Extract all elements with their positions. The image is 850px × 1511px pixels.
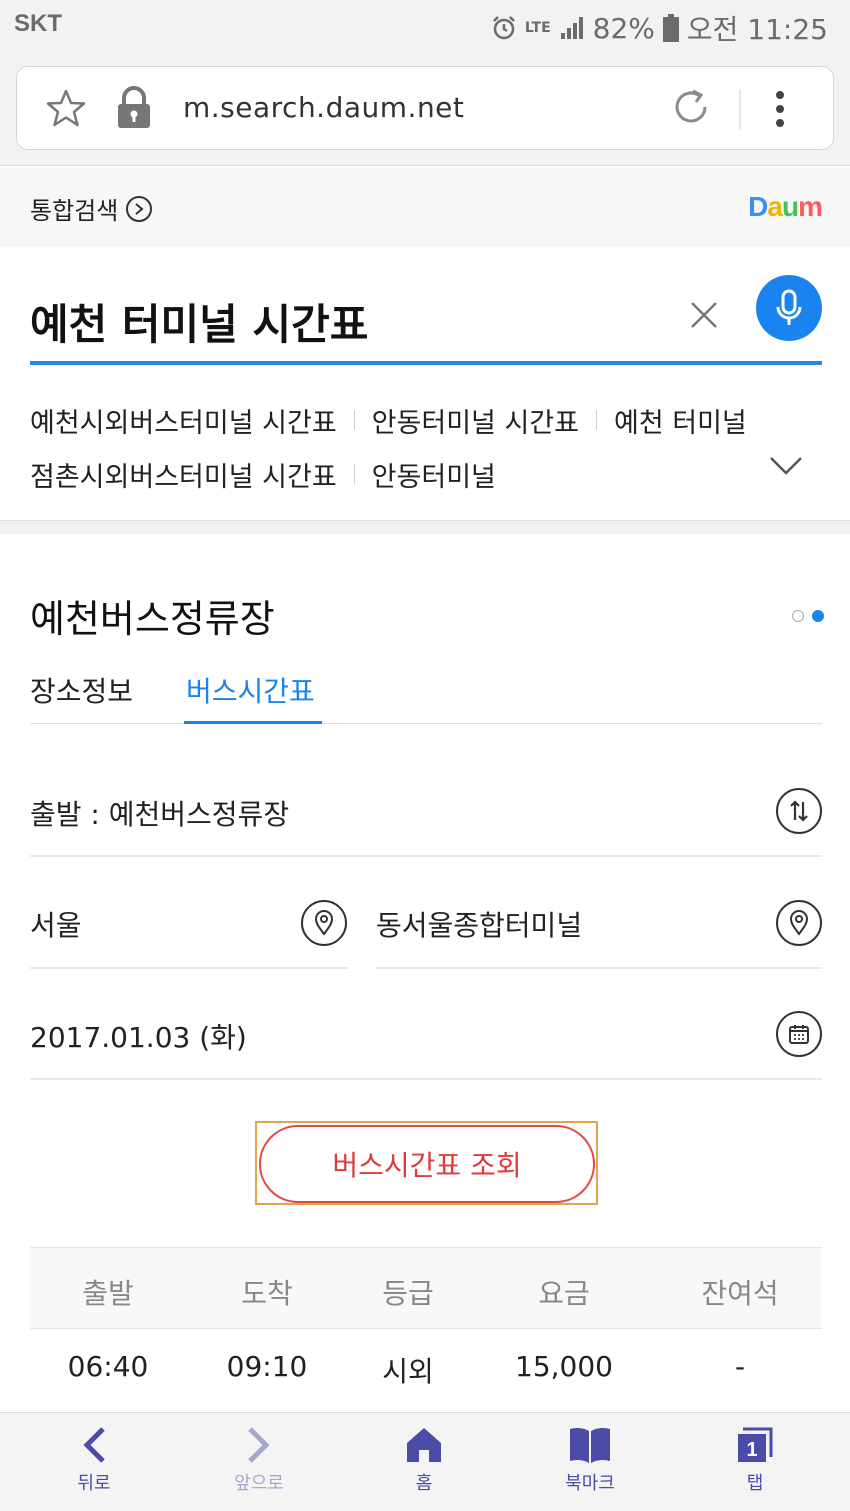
divider [376,967,822,969]
divider [595,410,597,430]
location-pin-icon [314,910,334,936]
carrier-label: SKT [14,10,62,37]
integrated-search-label: 통합검색 [30,197,119,225]
tabs-label: 탭 [746,1473,764,1494]
back-button[interactable]: 뒤로 [34,1425,154,1495]
suggestion-link[interactable]: 안동터미널 시간표 [372,401,579,440]
cell-fare: 15,000 [515,1350,613,1383]
chevron-right-icon [126,195,153,222]
status-bar: SKT LTE 82% 오전 11:25 [0,0,850,52]
column-header-grade: 등급 [382,1277,434,1310]
back-arrow-icon [83,1427,105,1463]
integrated-search-link[interactable]: 통합검색 [30,191,153,226]
column-header-seats: 잔여석 [701,1277,779,1310]
suggestion-link[interactable]: 안동터미널 [372,455,496,494]
signal-icon [560,17,583,39]
tabs-button[interactable]: 1 탭 [695,1425,815,1495]
bookmarks-button[interactable]: 북마크 [530,1425,650,1495]
to-terminal-field[interactable]: 동서울종합터미널 [376,904,582,944]
divider [739,89,741,129]
from-location-button[interactable] [301,900,347,946]
card-pager [792,610,824,622]
swap-button[interactable] [776,788,822,834]
more-menu-icon[interactable] [773,89,787,129]
pager-dot[interactable] [792,610,804,622]
calendar-icon [789,1025,809,1044]
forward-button[interactable]: 앞으로 [199,1425,319,1495]
home-button[interactable]: 홈 [364,1425,484,1495]
search-box: 예천 터미널 시간표 예천시외버스터미널 시간표 안동터미널 시간표 예천 터미… [0,247,850,522]
clear-icon[interactable] [684,295,724,335]
suggestion-row: 점촌시외버스터미널 시간표 안동터미널 [30,447,822,501]
location-pin-icon [789,910,809,936]
bookmark-star-icon[interactable] [45,87,87,129]
column-header-fare: 요금 [538,1277,590,1310]
bus-timetable-query-button[interactable]: 버스시간표 조회 [259,1125,595,1203]
search-header: 통합검색 Daum [0,167,850,247]
forward-arrow-icon [248,1427,270,1463]
url-text[interactable]: m.search.daum.net [183,91,464,124]
divider [30,855,822,857]
tab-bus-timetable[interactable]: 버스시간표 [186,670,315,710]
cell-departure: 06:40 [67,1350,149,1383]
suggestion-link[interactable]: 점촌시외버스터미널 시간표 [30,455,337,494]
departure-label: 출발 : 예천버스정류장 [30,798,290,831]
date-field[interactable]: 2017.01.03 (화) [30,1016,247,1056]
bookmarks-book-icon [570,1427,610,1463]
cell-seats: - [734,1350,746,1383]
status-indicators: LTE 82% 오전 11:25 [491,8,828,48]
lock-icon [118,86,150,128]
divider [353,464,355,484]
divider [30,1078,822,1080]
card-title[interactable]: 예천버스정류장 [30,588,275,643]
swap-icon [790,800,808,822]
bookmarks-label: 북마크 [565,1473,615,1494]
voice-search-button[interactable] [756,275,822,341]
tab-place-info[interactable]: 장소정보 [30,670,133,710]
table-row: 06:40 09:10 시외 15,000 - [30,1330,822,1410]
pager-dot-active[interactable] [812,610,824,622]
home-icon [407,1428,441,1462]
reload-icon[interactable] [669,85,713,129]
query-button-focus-ring: 버스시간표 조회 [255,1121,598,1205]
browser-bottom-nav: 뒤로 앞으로 홈 북마크 1 탭 [0,1412,850,1511]
suggestion-link[interactable]: 예천시외버스터미널 시간표 [30,401,337,440]
suggestion-row: 예천시외버스터미널 시간표 안동터미널 시간표 예천 터미널 [30,393,822,447]
forward-label: 앞으로 [234,1473,284,1494]
active-tab-indicator [184,721,322,724]
battery-icon [662,14,679,42]
tab-count: 1 [746,1439,757,1461]
table-header: 출발 도착 등급 요금 잔여석 [30,1247,822,1329]
microphone-icon [776,289,802,325]
search-input[interactable]: 예천 터미널 시간표 [30,291,368,352]
divider [353,410,355,430]
cell-arrival: 09:10 [226,1350,308,1383]
divider [30,967,348,969]
daum-logo[interactable]: Daum [748,191,823,223]
to-location-button[interactable] [776,900,822,946]
address-bar[interactable]: m.search.daum.net [16,66,834,150]
section-divider [0,520,850,534]
network-type-label: LTE [524,20,551,36]
column-header-arrival: 도착 [241,1277,293,1310]
calendar-button[interactable] [776,1011,822,1057]
column-header-departure: 출발 [82,1277,134,1310]
related-searches: 예천시외버스터미널 시간표 안동터미널 시간표 예천 터미널 점촌시외버스터미널… [30,393,822,501]
browser-toolbar: m.search.daum.net [0,52,850,166]
home-label: 홈 [415,1473,433,1494]
search-input-underline [30,361,822,365]
alarm-icon [493,16,515,40]
from-city-field[interactable]: 서울 [30,904,82,944]
clock: 오전 11:25 [686,13,828,46]
suggestion-link[interactable]: 예천 터미널 [614,401,747,440]
chevron-down-icon[interactable] [768,455,804,477]
tabs-icon: 1 [738,1427,773,1462]
back-label: 뒤로 [77,1473,111,1494]
cell-grade: 시외 [382,1355,434,1388]
card-tabs: 장소정보 버스시간표 [30,664,822,724]
battery-percent: 82% [592,11,655,45]
